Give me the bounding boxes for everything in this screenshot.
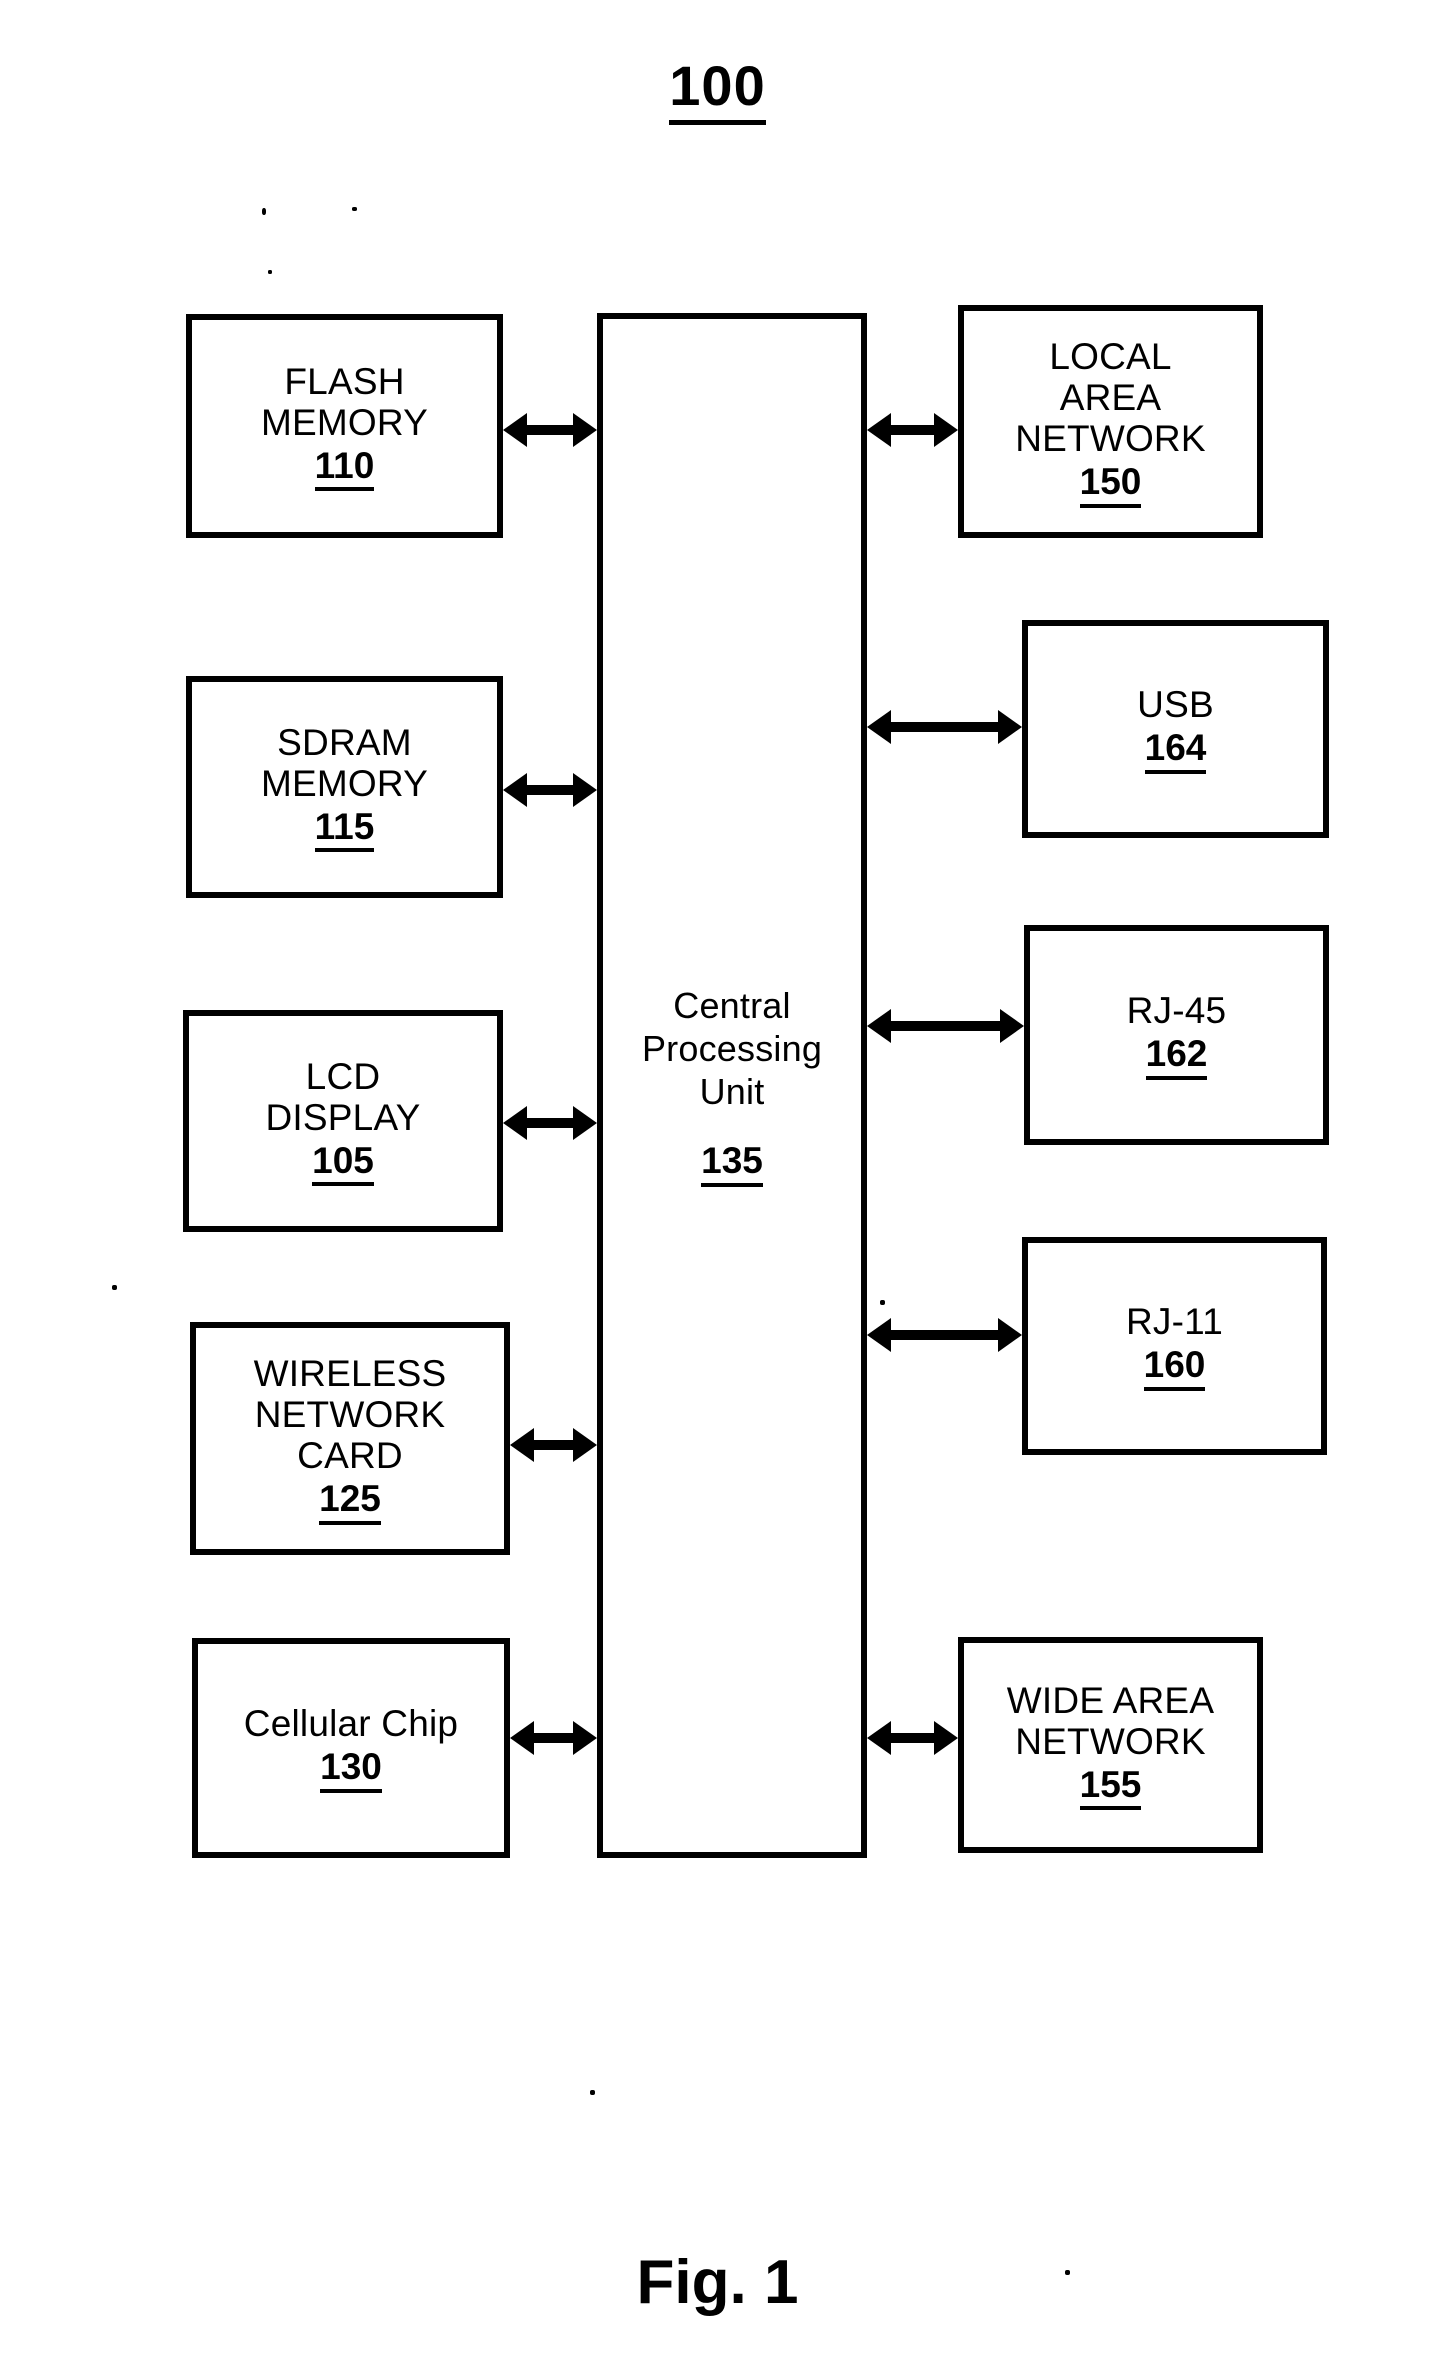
node-rj45[interactable]: RJ-45 162: [1024, 925, 1329, 1145]
node-rj11-label: RJ-11: [1126, 1301, 1223, 1343]
connector-cpu-to-local-area-network: [867, 413, 958, 447]
connector-cellular-chip-to-cpu: [510, 1721, 597, 1755]
node-lcd-display[interactable]: LCD DISPLAY 105: [183, 1010, 503, 1232]
scan-speck: [590, 2090, 595, 2095]
node-rj45-label: RJ-45: [1126, 990, 1227, 1032]
node-flash-memory-ref: 110: [314, 445, 375, 492]
figure-page: 100 FLASH MEMORY 110 SDRAM MEMORY 115 LC…: [0, 0, 1435, 2374]
scan-speck: [112, 1285, 117, 1290]
node-central-processing-unit[interactable]: Central Processing Unit 135: [597, 313, 867, 1858]
node-flash-memory[interactable]: FLASH MEMORY 110: [186, 314, 503, 538]
node-sdram-memory[interactable]: SDRAM MEMORY 115: [186, 676, 503, 898]
node-local-area-network-label: LOCAL AREA NETWORK: [1015, 335, 1206, 460]
node-rj11-ref: 160: [1143, 1344, 1206, 1391]
node-wireless-network-card[interactable]: WIRELESS NETWORK CARD 125: [190, 1322, 510, 1555]
node-usb-ref: 164: [1144, 727, 1207, 774]
connector-cpu-to-usb: [867, 710, 1022, 744]
scan-speck: [352, 207, 357, 211]
node-lcd-display-ref: 105: [312, 1140, 374, 1187]
connector-lcd-display-to-cpu: [503, 1106, 597, 1140]
node-wide-area-network-label: WIDE AREA NETWORK: [1006, 1679, 1215, 1763]
node-local-area-network[interactable]: LOCAL AREA NETWORK 150: [958, 305, 1263, 538]
scan-speck: [262, 208, 266, 215]
node-usb-label: USB: [1137, 684, 1214, 726]
connector-cpu-to-wide-area-network: [867, 1721, 958, 1755]
node-local-area-network-ref: 150: [1079, 461, 1142, 508]
figure-caption: Fig. 1: [0, 2252, 1435, 2314]
node-cpu-label: Central Processing Unit: [641, 984, 823, 1113]
node-cellular-chip-ref: 130: [320, 1746, 382, 1793]
node-wide-area-network-ref: 155: [1079, 1764, 1142, 1811]
node-cellular-chip-label: Cellular Chip: [243, 1703, 459, 1745]
node-wireless-network-card-label: WIRELESS NETWORK CARD: [253, 1352, 447, 1477]
scan-speck: [880, 1300, 885, 1305]
figure-number-text: 100: [669, 54, 766, 125]
node-wide-area-network[interactable]: WIDE AREA NETWORK 155: [958, 1637, 1263, 1853]
figure-number: 100: [0, 54, 1435, 125]
node-cpu-ref: 135: [701, 1141, 763, 1188]
scan-speck: [268, 270, 272, 274]
node-usb[interactable]: USB 164: [1022, 620, 1329, 838]
connector-cpu-to-rj45: [867, 1009, 1024, 1043]
node-wireless-network-card-ref: 125: [319, 1478, 381, 1525]
connector-sdram-memory-to-cpu: [503, 773, 597, 807]
figure-caption-text: Fig. 1: [636, 2248, 799, 2317]
connector-flash-memory-to-cpu: [503, 413, 597, 447]
node-sdram-memory-label: SDRAM MEMORY: [260, 721, 429, 805]
node-flash-memory-label: FLASH MEMORY: [260, 360, 429, 444]
node-sdram-memory-ref: 115: [314, 806, 375, 853]
node-rj11[interactable]: RJ-11 160: [1022, 1237, 1327, 1455]
node-rj45-ref: 162: [1145, 1033, 1208, 1080]
connector-cpu-to-rj11: [867, 1318, 1022, 1352]
node-lcd-display-label: LCD DISPLAY: [265, 1055, 421, 1139]
node-cellular-chip[interactable]: Cellular Chip 130: [192, 1638, 510, 1858]
connector-wireless-network-card-to-cpu: [510, 1428, 597, 1462]
